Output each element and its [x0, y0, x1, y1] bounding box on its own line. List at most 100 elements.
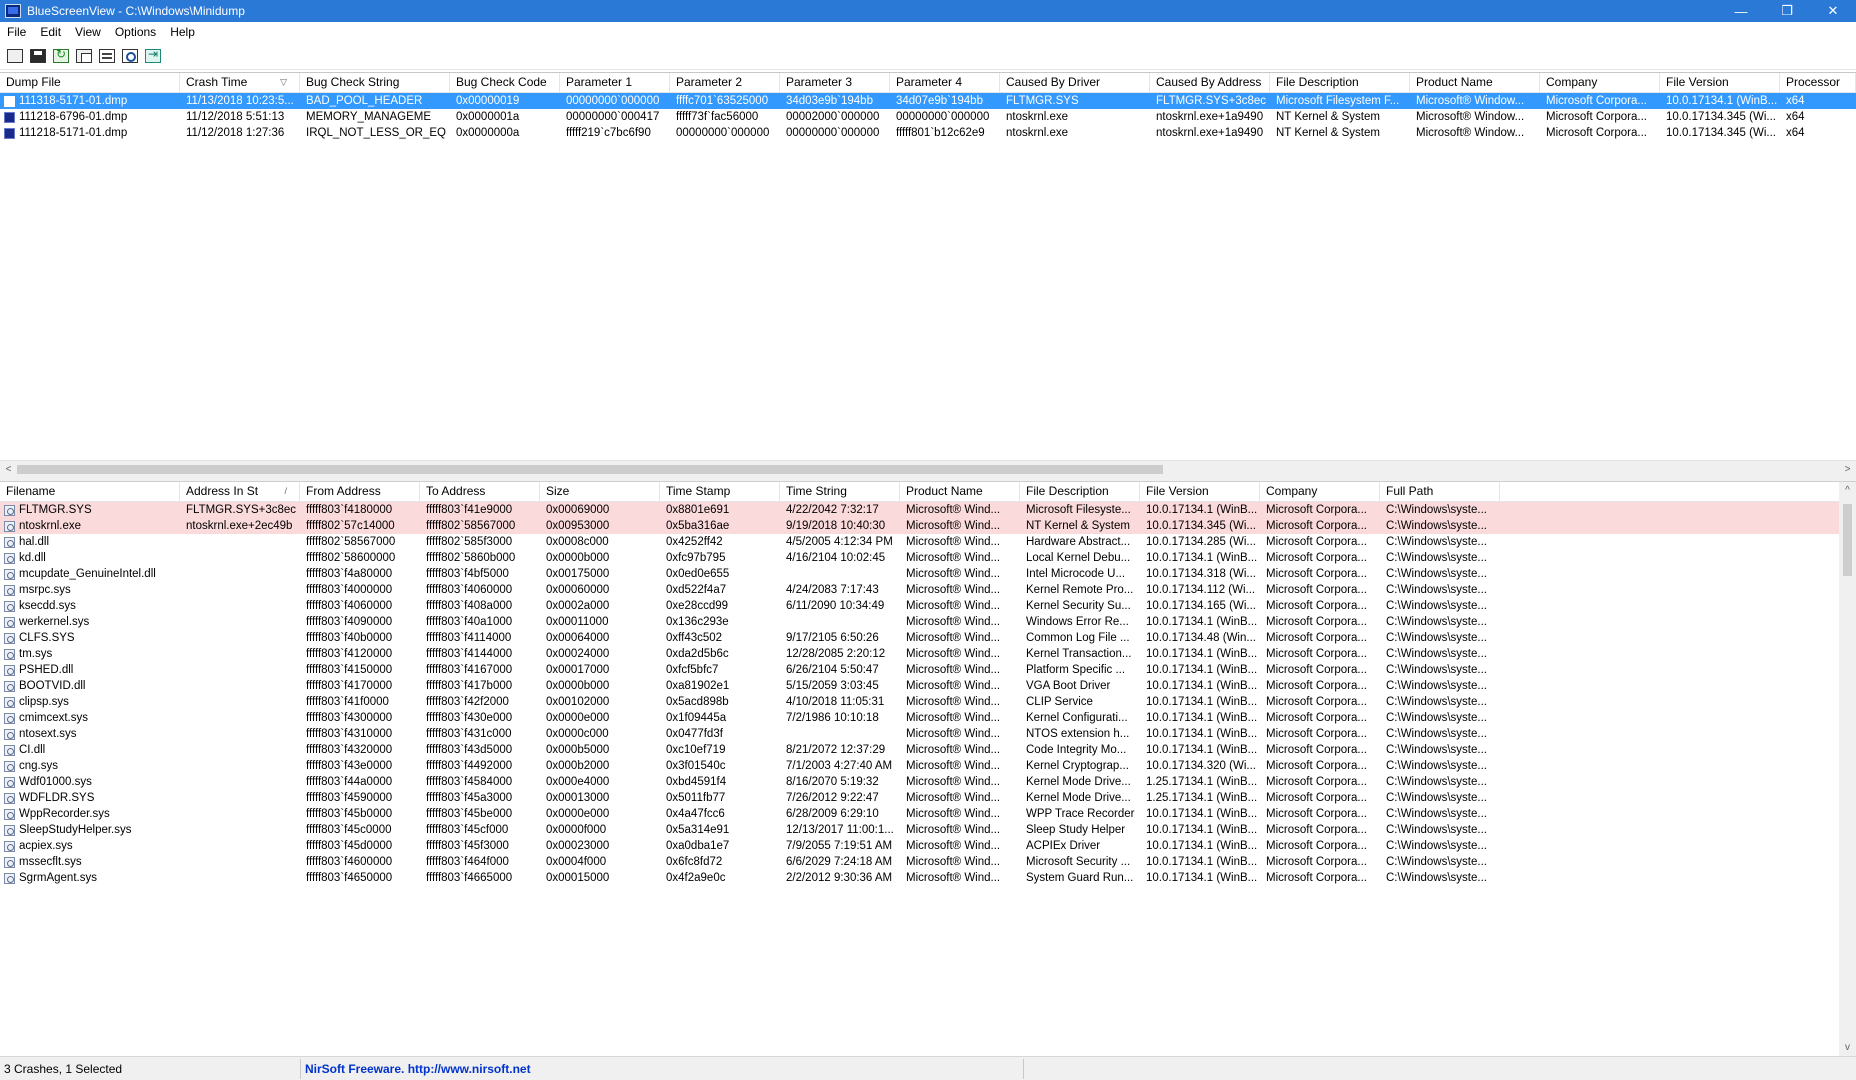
column-header-time-string[interactable]: Time String: [780, 482, 900, 502]
driver-row[interactable]: cmimcext.sys fffff803`f4300000 fffff803`f4…: [0, 710, 1839, 726]
cell-filename: ntosext.sys: [0, 726, 180, 742]
copy-button[interactable]: [73, 45, 95, 67]
crash-row[interactable]: 111218-6796-01.dmp 11/12/2018 5:51:13 MEMO…: [0, 109, 1856, 125]
driver-row[interactable]: PSHED.dll fffff803`f4150000 fffff803`f4167…: [0, 662, 1839, 678]
cell-text: 111218-6796-01.dmp: [19, 111, 128, 123]
cell-text: PSHED.dll: [19, 664, 74, 676]
driver-row[interactable]: cng.sys fffff803`f43e0000 fffff803`f449200…: [0, 758, 1839, 774]
scroll-left-icon[interactable]: <: [0, 461, 17, 478]
refresh-button[interactable]: [50, 45, 72, 67]
column-header-file-description[interactable]: File Description: [1020, 482, 1140, 502]
properties-button[interactable]: [96, 45, 118, 67]
driver-row[interactable]: mssecflt.sys fffff803`f4600000 fffff803`f4…: [0, 854, 1839, 870]
save-button[interactable]: [27, 45, 49, 67]
driver-row[interactable]: clipsp.sys fffff803`f41f0000 fffff803`f42f…: [0, 694, 1839, 710]
column-header-dump-file[interactable]: Dump File: [0, 73, 180, 93]
column-header-parameter-3[interactable]: Parameter 3: [780, 73, 890, 93]
close-button[interactable]: ✕: [1810, 0, 1856, 22]
column-header-size[interactable]: Size: [540, 482, 660, 502]
menu-edit[interactable]: Edit: [33, 22, 68, 42]
column-header-bug-check-string[interactable]: Bug Check String: [300, 73, 450, 93]
cell-address-in-st: ntoskrnl.exe+2ec49b: [186, 520, 293, 532]
cell-company: Microsoft Corpora...: [1266, 856, 1367, 868]
driver-row[interactable]: ksecdd.sys fffff803`f4060000 fffff803`f408…: [0, 598, 1839, 614]
column-header-crash-time[interactable]: Crash Time ▽: [180, 73, 300, 93]
column-header-parameter-1[interactable]: Parameter 1: [560, 73, 670, 93]
maximize-button[interactable]: ❐: [1764, 0, 1810, 22]
driver-row[interactable]: Wdf01000.sys fffff803`f44a0000 fffff803`f4…: [0, 774, 1839, 790]
column-header-processor[interactable]: Processor: [1780, 73, 1856, 93]
column-header-to-address[interactable]: To Address: [420, 482, 540, 502]
cell-crash-time: 11/12/2018 1:27:36: [186, 127, 285, 139]
cell-address-in-st: [180, 694, 300, 710]
hscroll-thumb[interactable]: [17, 465, 1163, 474]
find-button[interactable]: [119, 45, 141, 67]
cell-from-address: fffff803`f45d0000: [306, 840, 393, 852]
menu-help[interactable]: Help: [163, 22, 202, 42]
column-header-file-version[interactable]: File Version: [1140, 482, 1260, 502]
driver-list-vscrollbar[interactable]: ^ v: [1839, 482, 1856, 1056]
driver-row[interactable]: mcupdate_GenuineIntel.dll fffff803`f4a800…: [0, 566, 1839, 582]
vscroll-thumb[interactable]: [1843, 504, 1852, 576]
exit-button[interactable]: [142, 45, 164, 67]
driver-row[interactable]: CLFS.SYS fffff803`f40b0000 fffff803`f41140…: [0, 630, 1839, 646]
crash-row[interactable]: 111318-5171-01.dmp 11/13/2018 10:23:5... B…: [0, 93, 1856, 109]
cell-product-name: Microsoft® Wind...: [906, 520, 1001, 532]
menu-view[interactable]: View: [68, 22, 108, 42]
html-report-button[interactable]: [4, 45, 26, 67]
column-header-caused-by-driver[interactable]: Caused By Driver: [1000, 73, 1150, 93]
cell-time-stamp: 0xe28ccd99: [666, 600, 729, 612]
driver-row[interactable]: ntoskrnl.exe ntoskrnl.exe+2ec49b fffff802`…: [0, 518, 1839, 534]
cell-company: Microsoft Corpora...: [1546, 127, 1647, 139]
column-header-filename[interactable]: Filename: [0, 482, 180, 502]
column-header-parameter-2[interactable]: Parameter 2: [670, 73, 780, 93]
cell-product-name: Microsoft® Wind...: [906, 552, 1001, 564]
column-header-address-in-st[interactable]: Address In St /: [180, 482, 300, 502]
driver-row[interactable]: tm.sys fffff803`f4120000 fffff803`f4144000…: [0, 646, 1839, 662]
driver-row[interactable]: acpiex.sys fffff803`f45d0000 fffff803`f45f…: [0, 838, 1839, 854]
scroll-right-icon[interactable]: >: [1839, 461, 1856, 478]
driver-row[interactable]: WDFLDR.SYS fffff803`f4590000 fffff803`f45a…: [0, 790, 1839, 806]
nirsoft-link[interactable]: NirSoft Freeware. http://www.nirsoft.net: [301, 1058, 1024, 1079]
driver-row[interactable]: FLTMGR.SYS FLTMGR.SYS+3c8ec fffff803`f4180…: [0, 502, 1839, 518]
column-header-product-name[interactable]: Product Name: [1410, 73, 1540, 93]
menu-file[interactable]: File: [0, 22, 33, 42]
column-header-file-version[interactable]: File Version: [1660, 73, 1780, 93]
column-header-parameter-4[interactable]: Parameter 4: [890, 73, 1000, 93]
column-header-full-path[interactable]: Full Path: [1380, 482, 1500, 502]
cell-to-address: fffff803`f4584000: [426, 776, 513, 788]
scroll-down-icon[interactable]: v: [1839, 1039, 1856, 1056]
driver-row[interactable]: werkernel.sys fffff803`f4090000 fffff803`f…: [0, 614, 1839, 630]
cell-full-path: C:\Windows\syste...: [1386, 808, 1487, 820]
driver-row[interactable]: BOOTVID.dll fffff803`f4170000 fffff803`f41…: [0, 678, 1839, 694]
cell-time-stamp: 0x136c293e: [666, 616, 729, 628]
driver-row[interactable]: ntosext.sys fffff803`f4310000 fffff803`f43…: [0, 726, 1839, 742]
column-header-bug-check-code[interactable]: Bug Check Code: [450, 73, 560, 93]
scroll-up-icon[interactable]: ^: [1839, 482, 1856, 499]
menu-options[interactable]: Options: [108, 22, 163, 42]
cell-file-version: 10.0.17134.1 (WinB...: [1146, 552, 1258, 564]
driver-row[interactable]: kd.dll fffff802`58600000 fffff802`5860b000…: [0, 550, 1839, 566]
minimize-button[interactable]: —: [1718, 0, 1764, 22]
cell-address-in-st: FLTMGR.SYS+3c8ec: [186, 504, 297, 516]
column-header-time-stamp[interactable]: Time Stamp: [660, 482, 780, 502]
cell-parameter-1: fffff219`c7bc6f90: [566, 127, 651, 139]
driver-row[interactable]: msrpc.sys fffff803`f4000000 fffff803`f4060…: [0, 582, 1839, 598]
column-header-company[interactable]: Company: [1540, 73, 1660, 93]
column-header-file-description[interactable]: File Description: [1270, 73, 1410, 93]
driver-row[interactable]: hal.dll fffff802`58567000 fffff802`585f300…: [0, 534, 1839, 550]
column-header-product-name[interactable]: Product Name: [900, 482, 1020, 502]
driver-row[interactable]: WppRecorder.sys fffff803`f45b0000 fffff803…: [0, 806, 1839, 822]
driver-row[interactable]: SgrmAgent.sys fffff803`f4650000 fffff803`f…: [0, 870, 1839, 886]
driver-file-icon: [4, 872, 15, 884]
driver-row[interactable]: SleepStudyHelper.sys fffff803`f45c0000 fff…: [0, 822, 1839, 838]
driver-row[interactable]: CI.dll fffff803`f4320000 fffff803`f43d5000…: [0, 742, 1839, 758]
crash-row[interactable]: 111218-5171-01.dmp 11/12/2018 1:27:36 IRQL…: [0, 125, 1856, 141]
column-header-company[interactable]: Company: [1260, 482, 1380, 502]
column-header-from-address[interactable]: From Address: [300, 482, 420, 502]
cell-size: 0x000e4000: [546, 776, 610, 788]
cell-bug-check-string: IRQL_NOT_LESS_OR_EQ: [306, 127, 446, 139]
cell-filename: kd.dll: [0, 550, 180, 566]
crash-list-hscrollbar[interactable]: < >: [0, 460, 1856, 477]
column-header-caused-by-address[interactable]: Caused By Address: [1150, 73, 1270, 93]
